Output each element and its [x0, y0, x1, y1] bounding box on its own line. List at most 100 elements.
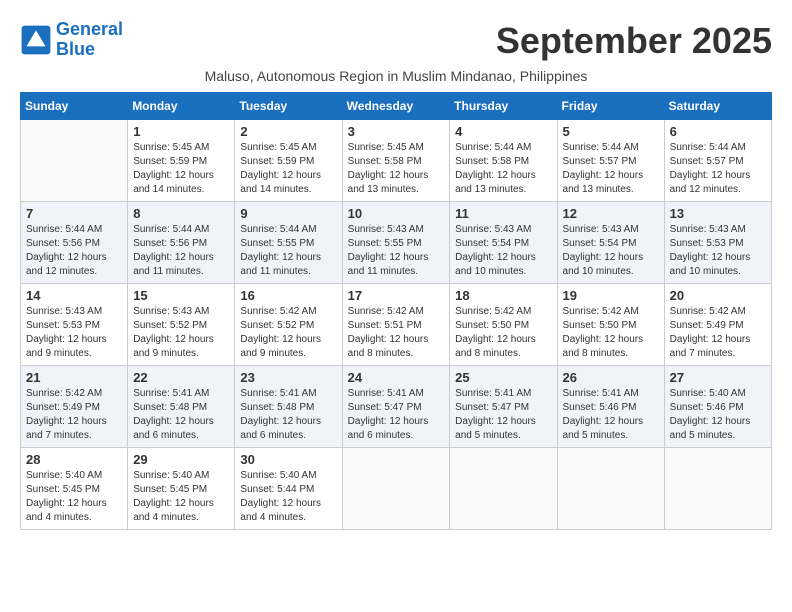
day-number: 12 [563, 206, 659, 221]
day-number: 5 [563, 124, 659, 139]
calendar-cell: 4 Sunrise: 5:44 AM Sunset: 5:58 PM Daylig… [450, 120, 557, 202]
day-info: Sunrise: 5:44 AM Sunset: 5:58 PM Dayligh… [455, 141, 551, 197]
day-info: Sunrise: 5:43 AM Sunset: 5:53 PM Dayligh… [670, 223, 766, 279]
day-info: Sunrise: 5:41 AM Sunset: 5:48 PM Dayligh… [240, 387, 336, 443]
day-number: 22 [133, 370, 229, 385]
day-number: 18 [455, 288, 551, 303]
calendar-week-row: 21Sunrise: 5:42 AM Sunset: 5:49 PM Dayli… [21, 366, 772, 448]
day-number: 28 [26, 452, 122, 467]
day-number: 1 [133, 124, 229, 139]
calendar-cell [342, 448, 450, 530]
day-info: Sunrise: 5:40 AM Sunset: 5:45 PM Dayligh… [26, 469, 122, 525]
day-number: 9 [240, 206, 336, 221]
calendar-cell: 16Sunrise: 5:42 AM Sunset: 5:52 PM Dayli… [235, 284, 342, 366]
calendar-cell: 28 Sunrise: 5:40 AM Sunset: 5:45 PM Dayli… [21, 448, 128, 530]
day-info: Sunrise: 5:40 AM Sunset: 5:46 PM Dayligh… [670, 387, 766, 443]
day-number: 29 [133, 452, 229, 467]
day-info: Sunrise: 5:42 AM Sunset: 5:50 PM Dayligh… [455, 305, 551, 361]
day-number: 4 [455, 124, 551, 139]
day-info: Sunrise: 5:44 AM Sunset: 5:55 PM Dayligh… [240, 223, 336, 279]
calendar-cell [21, 120, 128, 202]
calendar-cell: 6Sunrise: 5:44 AM Sunset: 5:57 PM Daylig… [664, 120, 771, 202]
day-info: Sunrise: 5:44 AM Sunset: 5:57 PM Dayligh… [563, 141, 659, 197]
calendar-cell: 20 Sunrise: 5:42 AM Sunset: 5:49 PM Dayli… [664, 284, 771, 366]
calendar-cell: 22 Sunrise: 5:41 AM Sunset: 5:48 PM Dayli… [128, 366, 235, 448]
weekday-header: Tuesday [235, 93, 342, 120]
calendar-cell: 27 Sunrise: 5:40 AM Sunset: 5:46 PM Dayli… [664, 366, 771, 448]
day-info: Sunrise: 5:43 AM Sunset: 5:53 PM Dayligh… [26, 305, 122, 361]
calendar-cell: 9 Sunrise: 5:44 AM Sunset: 5:55 PM Daylig… [235, 202, 342, 284]
day-number: 26 [563, 370, 659, 385]
calendar-week-row: 28 Sunrise: 5:40 AM Sunset: 5:45 PM Dayli… [21, 448, 772, 530]
weekday-header: Thursday [450, 93, 557, 120]
subtitle: Maluso, Autonomous Region in Muslim Mind… [20, 68, 772, 84]
day-info: Sunrise: 5:41 AM Sunset: 5:47 PM Dayligh… [348, 387, 445, 443]
day-number: 27 [670, 370, 766, 385]
weekday-header-row: SundayMondayTuesdayWednesdayThursdayFrid… [21, 93, 772, 120]
calendar-cell: 21Sunrise: 5:42 AM Sunset: 5:49 PM Dayli… [21, 366, 128, 448]
logo-line1: General [56, 19, 123, 39]
day-info: Sunrise: 5:42 AM Sunset: 5:49 PM Dayligh… [26, 387, 122, 443]
calendar-week-row: 1 Sunrise: 5:45 AM Sunset: 5:59 PM Daylig… [21, 120, 772, 202]
month-title: September 2025 [496, 20, 772, 62]
calendar-cell: 14Sunrise: 5:43 AM Sunset: 5:53 PM Dayli… [21, 284, 128, 366]
calendar-cell: 19 Sunrise: 5:42 AM Sunset: 5:50 PM Dayli… [557, 284, 664, 366]
calendar-cell: 10Sunrise: 5:43 AM Sunset: 5:55 PM Dayli… [342, 202, 450, 284]
calendar-cell [664, 448, 771, 530]
header: General Blue September 2025 [20, 20, 772, 62]
logo-line2: Blue [56, 39, 95, 59]
day-info: Sunrise: 5:42 AM Sunset: 5:50 PM Dayligh… [563, 305, 659, 361]
calendar-cell [557, 448, 664, 530]
weekday-header: Monday [128, 93, 235, 120]
weekday-header: Friday [557, 93, 664, 120]
day-number: 7 [26, 206, 122, 221]
logo: General Blue [20, 20, 123, 60]
day-info: Sunrise: 5:43 AM Sunset: 5:55 PM Dayligh… [348, 223, 445, 279]
logo-icon [20, 24, 52, 56]
calendar-cell: 13 Sunrise: 5:43 AM Sunset: 5:53 PM Dayli… [664, 202, 771, 284]
calendar-cell: 26 Sunrise: 5:41 AM Sunset: 5:46 PM Dayli… [557, 366, 664, 448]
calendar-week-row: 7 Sunrise: 5:44 AM Sunset: 5:56 PM Daylig… [21, 202, 772, 284]
calendar-cell: 5 Sunrise: 5:44 AM Sunset: 5:57 PM Daylig… [557, 120, 664, 202]
day-info: Sunrise: 5:45 AM Sunset: 5:59 PM Dayligh… [133, 141, 229, 197]
day-number: 8 [133, 206, 229, 221]
day-number: 25 [455, 370, 551, 385]
day-info: Sunrise: 5:41 AM Sunset: 5:46 PM Dayligh… [563, 387, 659, 443]
day-info: Sunrise: 5:40 AM Sunset: 5:45 PM Dayligh… [133, 469, 229, 525]
day-info: Sunrise: 5:44 AM Sunset: 5:56 PM Dayligh… [26, 223, 122, 279]
day-info: Sunrise: 5:43 AM Sunset: 5:54 PM Dayligh… [455, 223, 551, 279]
day-info: Sunrise: 5:44 AM Sunset: 5:56 PM Dayligh… [133, 223, 229, 279]
day-info: Sunrise: 5:41 AM Sunset: 5:48 PM Dayligh… [133, 387, 229, 443]
day-number: 19 [563, 288, 659, 303]
day-info: Sunrise: 5:43 AM Sunset: 5:54 PM Dayligh… [563, 223, 659, 279]
calendar-cell: 18 Sunrise: 5:42 AM Sunset: 5:50 PM Dayli… [450, 284, 557, 366]
calendar-cell: 1 Sunrise: 5:45 AM Sunset: 5:59 PM Daylig… [128, 120, 235, 202]
calendar-table: SundayMondayTuesdayWednesdayThursdayFrid… [20, 92, 772, 530]
day-info: Sunrise: 5:42 AM Sunset: 5:49 PM Dayligh… [670, 305, 766, 361]
day-number: 13 [670, 206, 766, 221]
calendar-cell: 3 Sunrise: 5:45 AM Sunset: 5:58 PM Daylig… [342, 120, 450, 202]
calendar-cell: 15 Sunrise: 5:43 AM Sunset: 5:52 PM Dayli… [128, 284, 235, 366]
day-number: 24 [348, 370, 445, 385]
weekday-header: Wednesday [342, 93, 450, 120]
day-info: Sunrise: 5:45 AM Sunset: 5:58 PM Dayligh… [348, 141, 445, 197]
day-number: 15 [133, 288, 229, 303]
calendar-cell: 30Sunrise: 5:40 AM Sunset: 5:44 PM Dayli… [235, 448, 342, 530]
calendar-cell: 25Sunrise: 5:41 AM Sunset: 5:47 PM Dayli… [450, 366, 557, 448]
weekday-header: Saturday [664, 93, 771, 120]
calendar-cell: 11Sunrise: 5:43 AM Sunset: 5:54 PM Dayli… [450, 202, 557, 284]
day-number: 3 [348, 124, 445, 139]
day-number: 6 [670, 124, 766, 139]
calendar-cell: 24 Sunrise: 5:41 AM Sunset: 5:47 PM Dayli… [342, 366, 450, 448]
day-info: Sunrise: 5:43 AM Sunset: 5:52 PM Dayligh… [133, 305, 229, 361]
day-number: 2 [240, 124, 336, 139]
day-info: Sunrise: 5:42 AM Sunset: 5:52 PM Dayligh… [240, 305, 336, 361]
calendar-cell [450, 448, 557, 530]
day-number: 23 [240, 370, 336, 385]
calendar-cell: 7 Sunrise: 5:44 AM Sunset: 5:56 PM Daylig… [21, 202, 128, 284]
day-info: Sunrise: 5:45 AM Sunset: 5:59 PM Dayligh… [240, 141, 336, 197]
day-number: 30 [240, 452, 336, 467]
calendar-week-row: 14Sunrise: 5:43 AM Sunset: 5:53 PM Dayli… [21, 284, 772, 366]
day-number: 20 [670, 288, 766, 303]
day-number: 17 [348, 288, 445, 303]
